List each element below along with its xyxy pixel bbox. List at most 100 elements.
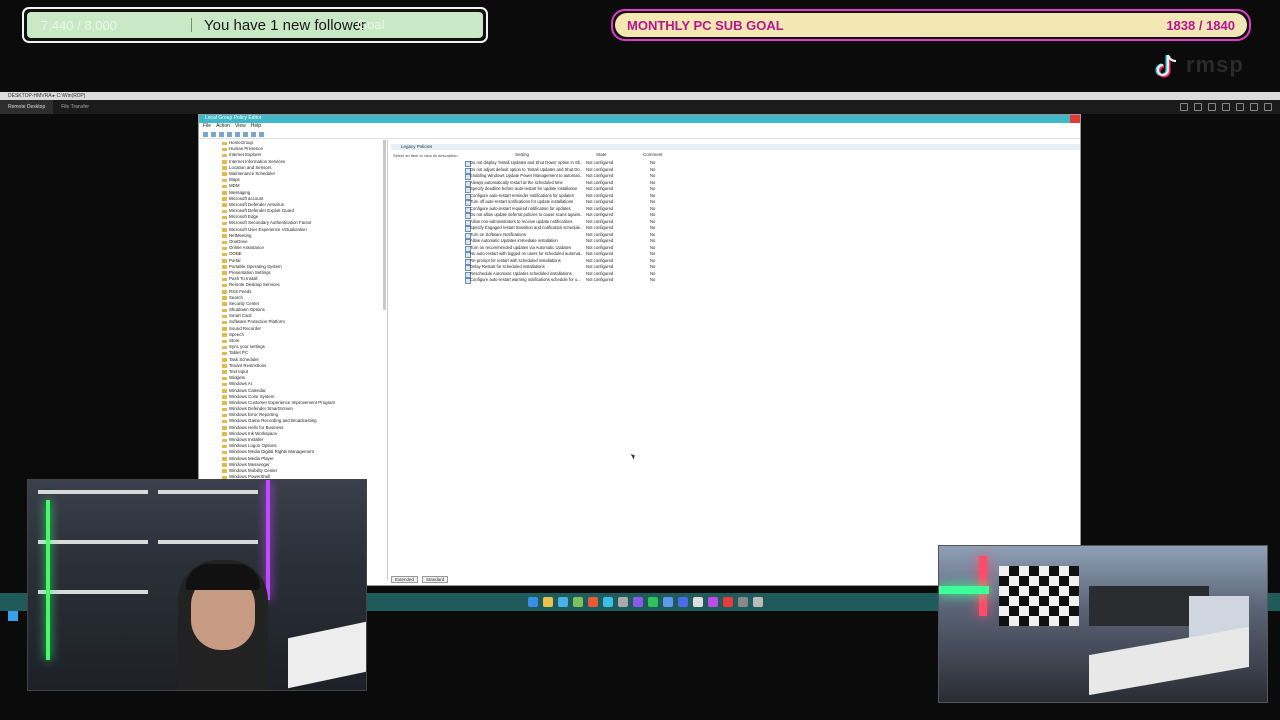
menu-help[interactable]: Help (251, 123, 261, 130)
tab-extended[interactable]: Extended (391, 576, 419, 583)
policy-comment: No (650, 277, 656, 282)
policy-setting: Specify deadline before auto-restart for… (470, 186, 578, 191)
cap (186, 564, 260, 590)
policy-setting: Turn off auto-restart notifications for … (470, 199, 574, 204)
chat-icon[interactable] (1208, 103, 1216, 111)
brand-text: rmsp (1186, 52, 1244, 77)
back-icon[interactable] (203, 131, 208, 137)
play-icon[interactable] (648, 597, 658, 607)
policy-setting: Delay Restart for scheduled installation… (470, 264, 545, 269)
remote-desktop-actions (1180, 103, 1272, 111)
mouse-cursor-icon (630, 452, 637, 460)
column-header-state[interactable]: State (596, 152, 607, 157)
policy-state: Not configured (586, 179, 614, 185)
tree-scrollbar[interactable] (383, 140, 386, 310)
policy-setting: Always automatically restart at the sche… (470, 179, 563, 185)
neon-light-green (939, 586, 989, 594)
terminal-icon[interactable] (573, 597, 583, 607)
tab-file-transfer[interactable]: File Transfer (53, 100, 97, 114)
brand-logo: rmsp (1150, 48, 1265, 84)
filter-icon[interactable] (259, 131, 264, 137)
record-app-icon[interactable] (723, 597, 733, 607)
policy-setting: Reschedule Automatic Updates scheduled i… (470, 270, 572, 276)
gear-icon[interactable] (738, 597, 748, 607)
export-icon[interactable] (235, 131, 240, 137)
forward-icon[interactable] (211, 131, 216, 137)
policy-comment: No (650, 179, 656, 185)
alert-divider (191, 18, 192, 32)
settings-app-icon[interactable] (618, 597, 628, 607)
notepad-icon[interactable] (693, 597, 703, 607)
policy-comment: No (650, 192, 656, 198)
maximize-icon[interactable] (1250, 103, 1258, 111)
policy-state: Not configured (586, 192, 614, 198)
policy-setting: Do not allow update deferral policies to… (470, 212, 582, 217)
mail-icon[interactable] (663, 597, 673, 607)
column-header-setting[interactable]: Setting (515, 152, 529, 157)
policy-comment: No (650, 173, 656, 178)
close-icon[interactable] (1264, 103, 1272, 111)
help-icon[interactable] (243, 131, 248, 137)
app-icon-purple[interactable] (633, 597, 643, 607)
policy-state: Not configured (586, 218, 614, 224)
app-icon-violet[interactable] (708, 597, 718, 607)
policy-state: Not configured (586, 205, 614, 211)
policy-setting: Do not display 'Install Updates and Shut… (470, 160, 582, 165)
menu-file[interactable]: File (203, 123, 211, 130)
policy-state: Not configured (586, 244, 614, 250)
properties-icon[interactable] (251, 131, 256, 137)
policy-comment: No (650, 238, 656, 243)
settings-icon[interactable] (1222, 103, 1230, 111)
sub-goal-title: MONTHLY PC SUB GOAL (627, 17, 784, 33)
policy-state: Not configured (586, 160, 614, 165)
policy-setting: Turn on recommended updates via Automati… (470, 244, 572, 250)
policy-comment: No (650, 199, 656, 204)
monitor-icon[interactable] (1194, 103, 1202, 111)
shelf-line (38, 590, 148, 594)
studio-webcam (938, 545, 1268, 703)
tab-standard[interactable]: Standard (422, 576, 449, 583)
file-explorer-icon[interactable] (543, 597, 553, 607)
tab-remote-desktop[interactable]: Remote Desktop (0, 100, 54, 114)
policy-row[interactable]: Configure auto-restart warning notificat… (465, 277, 665, 284)
policy-comment: No (650, 218, 656, 224)
windows-start-icon[interactable] (528, 597, 538, 607)
sub-goal-fill: MONTHLY PC SUB GOAL 1838 / 1840 (615, 13, 1247, 37)
policy-comment: No (650, 244, 656, 250)
store-icon[interactable] (558, 597, 568, 607)
remote-desktop-title: DESKTOP-HMVRA ▸ C:\Win(RDP) (8, 93, 86, 99)
alert-ghost-text: 7,440 / 8,000 (41, 17, 117, 33)
policy-state: Not configured (586, 212, 614, 217)
gpedit-close-button[interactable] (1070, 115, 1080, 123)
policy-state: Not configured (586, 186, 614, 191)
menu-view[interactable]: View (235, 123, 246, 130)
keyboard (288, 621, 366, 689)
edge-icon[interactable] (603, 597, 613, 607)
policy-comment: No (650, 160, 656, 165)
windows-logo-icon[interactable] (8, 611, 18, 621)
shelf-line (158, 490, 258, 494)
policy-comment: No (650, 231, 656, 237)
chrome-icon[interactable] (588, 597, 598, 607)
group-policy-app-icon[interactable] (753, 597, 763, 607)
policy-state: Not configured (586, 277, 614, 282)
record-icon[interactable] (1180, 103, 1188, 111)
column-header-comment[interactable]: Comment (643, 152, 663, 157)
monitor-app-icon[interactable] (678, 597, 688, 607)
remote-desktop-titlebar: DESKTOP-HMVRA ▸ C:\Win(RDP) (0, 92, 1280, 100)
policy-setting: Configure auto-restart reminder notifica… (470, 192, 574, 198)
minimize-icon[interactable] (1236, 103, 1244, 111)
policy-state: Not configured (586, 199, 614, 204)
policy-setting: Configure auto-restart required notifica… (470, 205, 571, 211)
up-folder-icon[interactable] (219, 131, 224, 137)
show-tree-icon[interactable] (227, 131, 232, 137)
sub-goal-count: 1838 / 1840 (1166, 17, 1235, 33)
gpedit-title: Local Group Policy Editor (205, 115, 262, 121)
checkered-wall (999, 566, 1079, 626)
policy-comment: No (650, 251, 656, 256)
menu-action[interactable]: Action (216, 123, 230, 130)
policy-state: Not configured (586, 225, 614, 230)
policy-comment: No (650, 264, 656, 269)
policy-setting: Allow Automatic Updates immediate instal… (470, 238, 558, 243)
policy-state: Not configured (586, 264, 614, 269)
